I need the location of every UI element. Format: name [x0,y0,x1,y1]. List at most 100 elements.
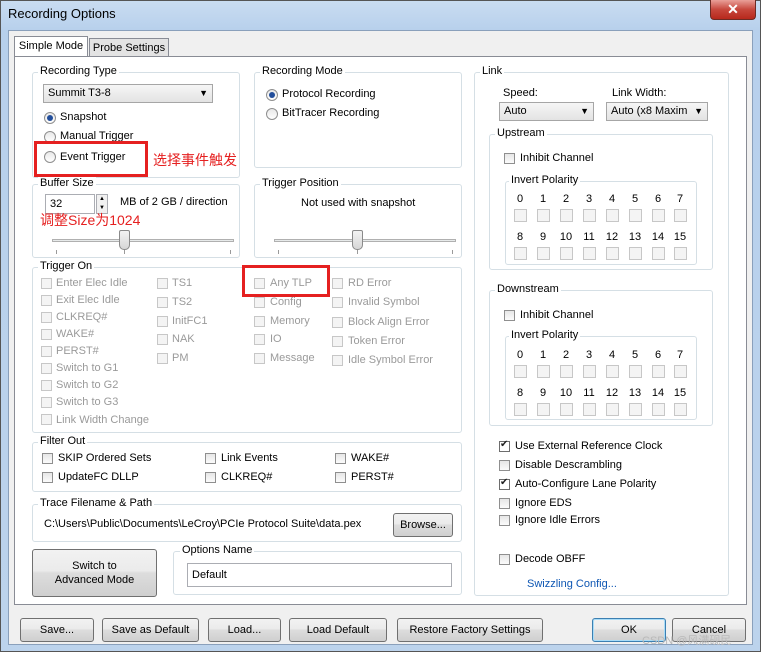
switch-g3-checkbox[interactable] [41,397,52,408]
buffer-size-slider-track[interactable] [52,239,234,242]
downstream-bit-checkbox[interactable] [560,403,573,416]
skip-ordered-sets-checkbox[interactable] [42,453,53,464]
pm-checkbox[interactable] [157,353,168,364]
link-width-combo[interactable]: Auto (x8 Maxim ▼ [606,102,708,121]
spin-up-icon[interactable]: ▲ [97,195,107,204]
upstream-bit-checkbox[interactable] [560,247,573,260]
downstream-bit-checkbox[interactable] [674,403,687,416]
clkreq-trigger-checkbox[interactable] [41,312,52,323]
upstream-bit-checkbox[interactable] [629,209,642,222]
nak-checkbox[interactable] [157,334,168,345]
wake-filter-checkbox[interactable] [335,453,346,464]
upstream-bit-checkbox[interactable] [606,247,619,260]
upstream-bit-checkbox[interactable] [537,247,550,260]
trigger-on-label: Trigger On [38,260,95,272]
options-name-input[interactable]: Default [187,563,452,587]
wake-trigger-checkbox[interactable] [41,329,52,340]
recording-type-combo[interactable]: Summit T3-8 ▼ [43,84,213,103]
decode-obff-checkbox[interactable] [499,554,510,565]
downstream-inhibit-checkbox[interactable] [504,310,515,321]
tab-probe-settings[interactable]: Probe Settings [89,38,169,56]
downstream-bit-checkbox[interactable] [537,365,550,378]
downstream-bit-checkbox[interactable] [583,365,596,378]
perst-trigger-checkbox[interactable] [41,346,52,357]
swizzling-config-link[interactable]: Swizzling Config... [527,578,617,590]
speed-combo[interactable]: Auto ▼ [499,102,594,121]
trigger-position-slider-track[interactable] [274,239,456,242]
downstream-bit-checkbox[interactable] [583,403,596,416]
snapshot-radio[interactable] [44,112,56,124]
exit-elec-idle-checkbox[interactable] [41,295,52,306]
upstream-inhibit-label: Inhibit Channel [520,152,594,164]
ts2-checkbox[interactable] [157,297,168,308]
upstream-bit-checkbox[interactable] [514,209,527,222]
tab-simple-mode[interactable]: Simple Mode [14,36,88,56]
upstream-bit-checkbox[interactable] [606,209,619,222]
load-button[interactable]: Load... [208,618,281,642]
link-width-change-label: Link Width Change [56,414,149,426]
downstream-bit-checkbox[interactable] [606,403,619,416]
use-external-ref-clock-checkbox[interactable] [499,439,510,452]
upstream-bit-checkbox[interactable] [583,247,596,260]
rd-error-label: RD Error [348,277,392,289]
bittracer-recording-radio[interactable] [266,108,278,120]
downstream-bit-checkbox[interactable] [629,365,642,378]
io-checkbox[interactable] [254,334,265,345]
auto-configure-lane-polarity-checkbox[interactable] [499,477,510,490]
downstream-bit-checkbox[interactable] [514,403,527,416]
trigger-position-slider-thumb[interactable] [352,230,363,250]
upstream-bit-checkbox[interactable] [629,247,642,260]
downstream-bit-checkbox[interactable] [514,365,527,378]
upstream-bit-checkbox[interactable] [560,209,573,222]
downstream-bit-checkbox[interactable] [629,403,642,416]
save-button[interactable]: Save... [20,618,94,642]
upstream-bit-checkbox[interactable] [583,209,596,222]
downstream-bit-checkbox[interactable] [652,365,665,378]
upstream-bit-label: 11 [583,231,595,243]
ignore-eds-checkbox[interactable] [499,498,510,509]
switch-advanced-mode-button[interactable]: Switch to Advanced Mode [32,549,157,597]
invalid-symbol-checkbox[interactable] [332,297,343,308]
ignore-idle-errors-checkbox[interactable] [499,515,510,526]
upstream-bit-checkbox[interactable] [514,247,527,260]
downstream-bit-checkbox[interactable] [652,403,665,416]
upstream-bit-checkbox[interactable] [652,209,665,222]
switch-g2-checkbox[interactable] [41,380,52,391]
protocol-recording-radio[interactable] [266,89,278,101]
ts1-checkbox[interactable] [157,278,168,289]
link-width-change-checkbox[interactable] [41,414,52,425]
initfc1-checkbox[interactable] [157,316,168,327]
enter-elec-idle-label: Enter Elec Idle [56,277,128,289]
upstream-inhibit-checkbox[interactable] [504,153,515,164]
upstream-bit-checkbox[interactable] [537,209,550,222]
rd-error-checkbox[interactable] [332,278,343,289]
downstream-bit-checkbox[interactable] [674,365,687,378]
memory-checkbox[interactable] [254,316,265,327]
link-events-checkbox[interactable] [205,453,216,464]
token-error-checkbox[interactable] [332,336,343,347]
enter-elec-idle-checkbox[interactable] [41,278,52,289]
block-align-error-checkbox[interactable] [332,317,343,328]
downstream-bit-checkbox[interactable] [537,403,550,416]
perst-filter-checkbox[interactable] [335,472,346,483]
recording-type-label: Recording Type [38,65,119,77]
updatefc-dllp-checkbox[interactable] [42,472,53,483]
config-checkbox[interactable] [254,297,265,308]
downstream-bit-checkbox[interactable] [606,365,619,378]
upstream-bit-checkbox[interactable] [652,247,665,260]
upstream-bit-checkbox[interactable] [674,247,687,260]
clkreq-filter-checkbox[interactable] [205,472,216,483]
save-as-default-button[interactable]: Save as Default [102,618,199,642]
downstream-bit-checkbox[interactable] [560,365,573,378]
load-default-button[interactable]: Load Default [289,618,387,642]
disable-descrambling-checkbox[interactable] [499,460,510,471]
idle-symbol-error-checkbox[interactable] [332,355,343,366]
buffer-size-slider-thumb[interactable] [119,230,130,250]
upstream-bit-checkbox[interactable] [674,209,687,222]
switch-g1-checkbox[interactable] [41,363,52,374]
close-window-button[interactable]: ✕ [710,0,756,20]
browse-button[interactable]: Browse... [393,513,453,537]
buffer-size-suffix: MB of 2 GB / direction [120,196,228,208]
message-checkbox[interactable] [254,353,265,364]
restore-factory-settings-button[interactable]: Restore Factory Settings [397,618,543,642]
